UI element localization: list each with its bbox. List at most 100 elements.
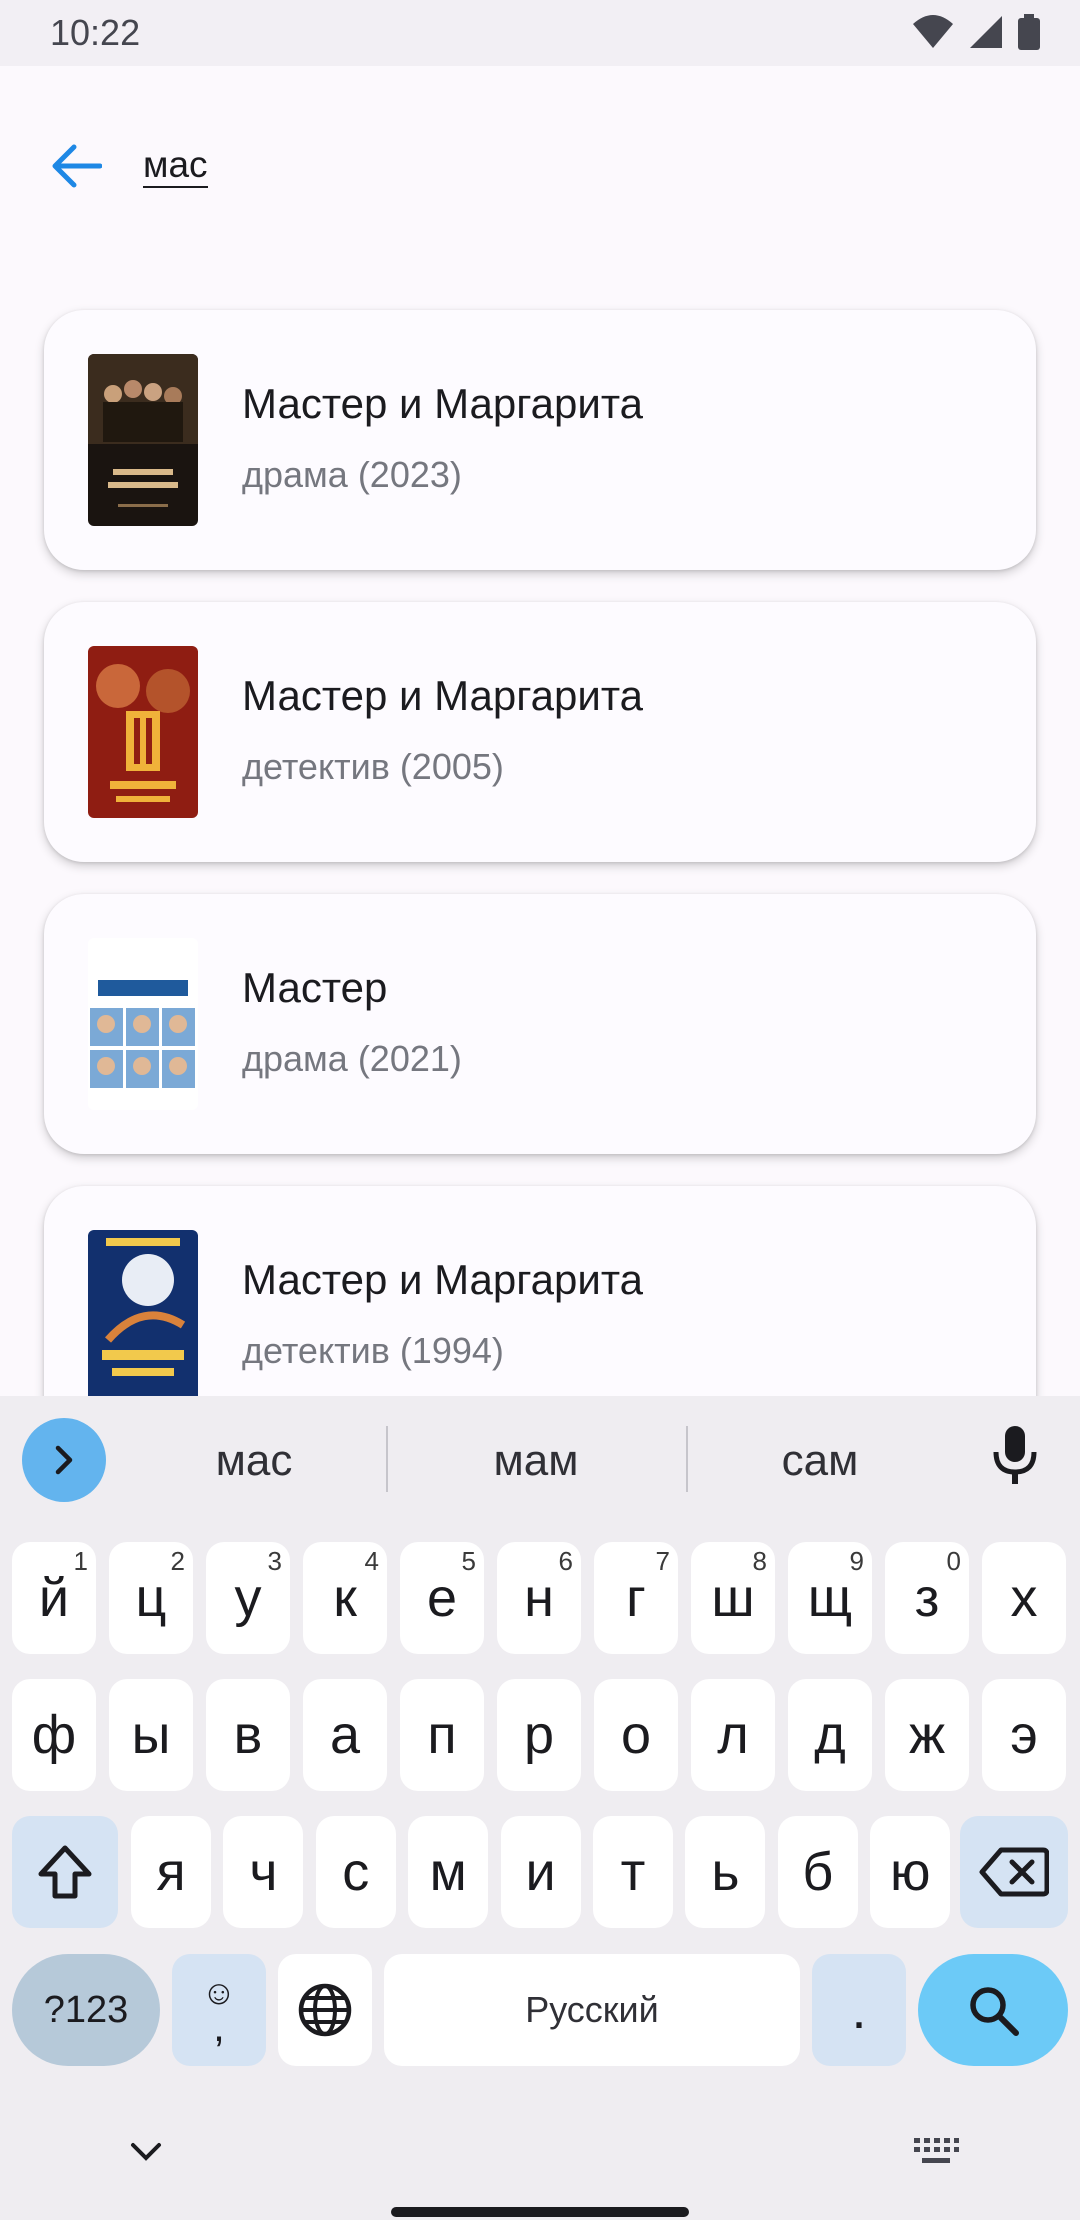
key-ю[interactable]: ю (870, 1816, 951, 1928)
suggestion-divider (386, 1426, 388, 1492)
key-р[interactable]: р (497, 1679, 581, 1791)
shift-icon (38, 1845, 92, 1899)
key-ж[interactable]: ж (885, 1679, 969, 1791)
arrow-back-icon (52, 144, 102, 188)
key-а[interactable]: а (303, 1679, 387, 1791)
key-м[interactable]: м (408, 1816, 489, 1928)
key-hint: 2 (170, 1546, 185, 1576)
key-в[interactable]: в (206, 1679, 290, 1791)
status-icons (912, 14, 1040, 50)
hide-keyboard-button[interactable] (128, 2140, 164, 2169)
result-subtitle: детектив (1994) (242, 1330, 504, 1371)
key-и[interactable]: и (500, 1816, 581, 1928)
key-д[interactable]: д (788, 1679, 872, 1791)
key-л[interactable]: л (691, 1679, 775, 1791)
key-label: ю (889, 1842, 931, 1902)
key-label: л (717, 1705, 749, 1765)
key-label: я (156, 1842, 186, 1902)
key-с[interactable]: с (315, 1816, 396, 1928)
key-hint: 9 (849, 1546, 864, 1576)
status-bar: 10:22 (0, 0, 1080, 66)
key-з[interactable]: з0 (885, 1542, 969, 1654)
key-н[interactable]: н6 (497, 1542, 581, 1654)
key-ы[interactable]: ы (109, 1679, 193, 1791)
backspace-icon (979, 1847, 1049, 1897)
suggestion-2[interactable]: мам (406, 1436, 666, 1486)
shift-key[interactable] (12, 1816, 118, 1928)
key-label: й (38, 1568, 70, 1628)
emoji-comma-key[interactable]: ☺ , (172, 1954, 266, 2066)
key-label: р (523, 1705, 555, 1765)
result-card[interactable]: Мастер и Маргарита детектив (1994) (44, 1186, 1036, 1396)
soft-keyboard: мас мам сам ?123 ☺ , Русский . й 1 ц 2 у… (0, 1396, 1080, 2220)
key-label: и (525, 1842, 556, 1902)
symbols-key[interactable]: ?123 (12, 1954, 160, 2066)
key-я[interactable]: я (131, 1816, 211, 1928)
back-button[interactable] (40, 130, 112, 202)
suggestion-divider (686, 1426, 688, 1492)
key-ь[interactable]: ь (685, 1816, 766, 1928)
result-card[interactable]: Мастер драма (2021) (44, 894, 1036, 1154)
chevron-down-icon (131, 2143, 161, 2161)
suggestion-strip: мас мам сам (0, 1396, 1080, 1526)
key-hint: 0 (946, 1546, 961, 1576)
key-label: т (620, 1842, 646, 1902)
key-э[interactable]: э (982, 1679, 1066, 1791)
key-label: м (429, 1842, 467, 1902)
key-у[interactable]: у3 (206, 1542, 290, 1654)
key-label: а (329, 1705, 361, 1765)
voice-input-button[interactable] (990, 1424, 1040, 1493)
wifi-icon (913, 15, 953, 48)
globe-icon (298, 1983, 352, 2037)
key-ш[interactable]: ш8 (691, 1542, 775, 1654)
key-label: з (914, 1568, 940, 1628)
key-label: с (342, 1842, 370, 1902)
suggestion-3[interactable]: сам (690, 1436, 950, 1486)
key-ч[interactable]: ч (223, 1816, 304, 1928)
key-к[interactable]: к4 (303, 1542, 387, 1654)
key-hint: 1 (73, 1546, 88, 1576)
key-label: е (426, 1568, 458, 1628)
suggestion-1[interactable]: мас (124, 1436, 384, 1486)
keyboard-icon (914, 2138, 959, 2163)
key-б[interactable]: б (777, 1816, 858, 1928)
search-input[interactable]: мас (143, 144, 208, 188)
key-label: ь (711, 1842, 740, 1902)
key-label: п (427, 1705, 457, 1765)
expand-toolbar-button[interactable] (22, 1418, 106, 1502)
key-label: ж (908, 1705, 946, 1765)
key-label: о (620, 1705, 652, 1765)
key-п[interactable]: п (400, 1679, 484, 1791)
key-г[interactable]: г7 (594, 1542, 678, 1654)
space-key[interactable]: Русский (384, 1954, 800, 2066)
result-card[interactable]: Мастер и Маргарита детектив (2005) (44, 602, 1036, 862)
language-key[interactable] (278, 1954, 372, 2066)
period-key[interactable]: . (812, 1954, 906, 2066)
key-щ[interactable]: щ9 (788, 1542, 872, 1654)
result-subtitle: драма (2023) (242, 454, 462, 495)
status-time: 10:22 (50, 12, 141, 53)
key-х[interactable]: х (982, 1542, 1066, 1654)
battery-icon (1018, 14, 1040, 50)
key-label: в (233, 1705, 263, 1765)
result-title: Мастер (242, 964, 388, 1011)
key-е[interactable]: е5 (400, 1542, 484, 1654)
key-label: ч (249, 1842, 278, 1902)
key-ц[interactable]: ц2 (109, 1542, 193, 1654)
home-indicator[interactable] (391, 2207, 689, 2217)
key-о[interactable]: о (594, 1679, 678, 1791)
key-label: ш (711, 1568, 755, 1628)
key-ф[interactable]: ф (12, 1679, 96, 1791)
key-label: щ (807, 1568, 853, 1628)
key-label: д (814, 1705, 846, 1765)
key-й[interactable]: й1 (12, 1542, 96, 1654)
keyboard-switch-button[interactable] (912, 2136, 960, 2173)
signal-icon (970, 16, 1002, 48)
poster-image (88, 354, 198, 526)
result-card[interactable]: Мастер и Маргарита драма (2023) (44, 310, 1036, 570)
key-hint: 7 (655, 1546, 670, 1576)
backspace-key[interactable] (960, 1816, 1068, 1928)
key-т[interactable]: т (593, 1816, 673, 1928)
search-key[interactable] (918, 1954, 1068, 2066)
comma-label: , (213, 2003, 225, 2050)
